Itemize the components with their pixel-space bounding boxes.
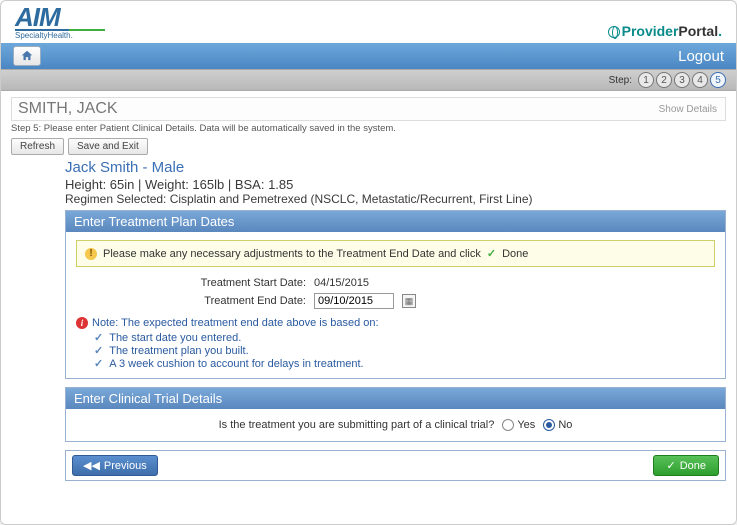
action-buttons: Refresh Save and Exit: [11, 138, 726, 155]
refresh-button[interactable]: Refresh: [11, 138, 64, 155]
end-date-input[interactable]: [314, 293, 394, 309]
home-icon: [20, 49, 34, 63]
treatment-dates-body: ! Please make any necessary adjustments …: [66, 232, 725, 378]
note-item-2: The treatment plan you built.: [94, 344, 715, 357]
logo-provider-portal: ProviderPortal.: [608, 23, 722, 39]
pp-part2: Portal: [678, 23, 718, 39]
logo-aim: AIM SpecialtyHealth.: [15, 7, 105, 39]
save-exit-button[interactable]: Save and Exit: [68, 138, 148, 155]
treatment-dates-header: Enter Treatment Plan Dates: [66, 211, 725, 232]
check-icon: ✓: [487, 247, 496, 260]
rewind-icon: ◀◀: [83, 459, 100, 472]
step-instruction: Step 5: Please enter Patient Clinical De…: [11, 123, 726, 134]
clinical-trial-panel: Enter Clinical Trial Details Is the trea…: [65, 387, 726, 442]
pp-part1: Provider: [622, 23, 679, 39]
radio-no[interactable]: No: [543, 419, 572, 431]
note-list: The start date you entered. The treatmen…: [94, 331, 715, 370]
logo-aim-text: AIM: [15, 2, 60, 32]
note-item-1: The start date you entered.: [94, 331, 715, 344]
pp-dot: .: [718, 23, 722, 39]
note-line: i Note: The expected treatment end date …: [76, 317, 715, 329]
done-label: Done: [680, 460, 706, 472]
patient-stats: Height: 65in | Weight: 165lb | BSA: 1.85: [65, 177, 726, 192]
previous-label: Previous: [104, 460, 147, 472]
radio-yes-label: Yes: [517, 419, 535, 431]
step-4[interactable]: 4: [692, 72, 708, 88]
trial-question-row: Is the treatment you are submitting part…: [76, 417, 715, 433]
info-icon: i: [76, 317, 88, 329]
show-details-link[interactable]: Show Details: [517, 104, 717, 115]
step-bar: Step: 1 2 3 4 5: [1, 69, 736, 91]
start-date-row: Treatment Start Date: 04/15/2015: [176, 277, 715, 289]
step-3[interactable]: 3: [674, 72, 690, 88]
alert-box: ! Please make any necessary adjustments …: [76, 240, 715, 267]
note-item-3: A 3 week cushion to account for delays i…: [94, 357, 715, 370]
end-date-row: Treatment End Date: ▦: [176, 293, 715, 309]
logout-link[interactable]: Logout: [678, 48, 724, 65]
alert-done: Done: [502, 248, 528, 260]
previous-button[interactable]: ◀◀ Previous: [72, 455, 158, 476]
logo-aim-sub: SpecialtyHealth.: [15, 33, 105, 39]
step-5[interactable]: 5: [710, 72, 726, 88]
check-icon-btn: ✓: [666, 459, 675, 472]
patient-bar: SMITH, JACK Show Details: [11, 97, 726, 121]
calendar-icon[interactable]: ▦: [402, 294, 416, 308]
navbar: Logout: [1, 43, 736, 69]
step-1[interactable]: 1: [638, 72, 654, 88]
app-window: AIM SpecialtyHealth. ProviderPortal. Log…: [0, 0, 737, 525]
warning-icon: !: [85, 248, 97, 260]
radio-yes[interactable]: Yes: [502, 419, 535, 431]
clinical-trial-body: Is the treatment you are submitting part…: [66, 409, 725, 441]
note-text: Note: The expected treatment end date ab…: [92, 317, 379, 329]
alert-text: Please make any necessary adjustments to…: [103, 248, 481, 260]
patient-name-header: SMITH, JACK: [12, 100, 118, 118]
start-date-value: 04/15/2015: [314, 277, 384, 289]
radio-no-dot: [546, 422, 552, 428]
regimen-selected: Regimen Selected: Cisplatin and Pemetrex…: [65, 192, 726, 206]
footer-bar: ◀◀ Previous ✓ Done: [65, 450, 726, 481]
date-rows: Treatment Start Date: 04/15/2015 Treatme…: [176, 277, 715, 309]
step-2[interactable]: 2: [656, 72, 672, 88]
end-date-label: Treatment End Date:: [176, 295, 306, 307]
home-button[interactable]: [13, 46, 41, 66]
radio-no-label: No: [558, 419, 572, 431]
logo-row: AIM SpecialtyHealth. ProviderPortal.: [1, 1, 736, 43]
step-label: Step:: [609, 75, 632, 86]
content-area: SMITH, JACK Show Details Step 5: Please …: [1, 91, 736, 524]
globe-icon: [608, 26, 620, 38]
radio-yes-circle: [502, 419, 514, 431]
clinical-trial-header: Enter Clinical Trial Details: [66, 388, 725, 409]
done-button[interactable]: ✓ Done: [653, 455, 719, 476]
radio-no-circle: [543, 419, 555, 431]
start-date-label: Treatment Start Date:: [176, 277, 306, 289]
treatment-dates-panel: Enter Treatment Plan Dates ! Please make…: [65, 210, 726, 379]
inner-content: Jack Smith - Male Height: 65in | Weight:…: [11, 159, 726, 481]
trial-question: Is the treatment you are submitting part…: [219, 419, 495, 431]
patient-title: Jack Smith - Male: [65, 159, 726, 176]
